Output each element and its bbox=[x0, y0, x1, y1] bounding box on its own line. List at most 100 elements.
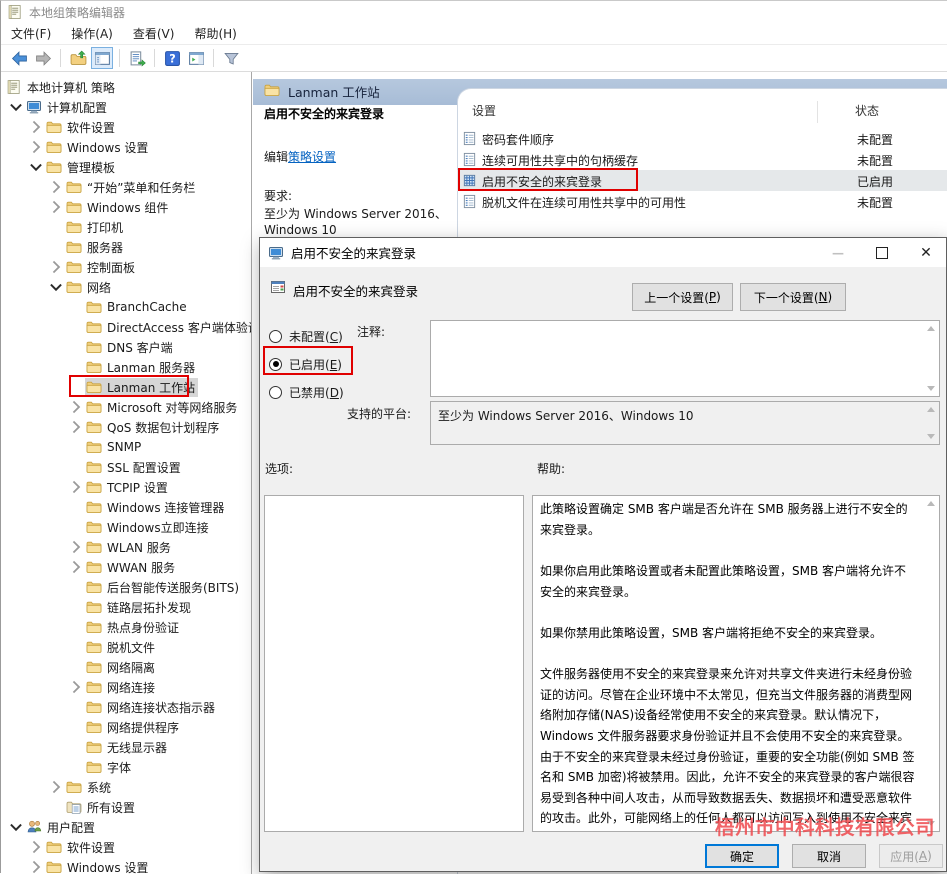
tree-item[interactable]: 网络连接 bbox=[1, 677, 252, 697]
tree-expand-arrow[interactable] bbox=[27, 141, 45, 153]
tree-item[interactable]: Windows 连接管理器 bbox=[1, 497, 252, 517]
annotation-box-radio bbox=[263, 346, 353, 375]
tree-item[interactable]: 网络隔离 bbox=[1, 657, 252, 677]
settings-row[interactable]: 密码套件顺序未配置 bbox=[457, 128, 947, 149]
tree-expand-arrow[interactable] bbox=[7, 821, 25, 833]
tree-item[interactable]: Windows 组件 bbox=[1, 197, 252, 217]
tree-item[interactable]: 无线显示器 bbox=[1, 737, 252, 757]
tree-item[interactable]: 打印机 bbox=[1, 217, 252, 237]
tree-item[interactable]: 服务器 bbox=[1, 237, 252, 257]
tree-item[interactable]: DirectAccess 客户端体验设置 bbox=[1, 317, 252, 337]
tree-item-label: 后台智能传送服务(BITS) bbox=[107, 579, 239, 596]
previous-setting-button[interactable]: 上一个设置(P) bbox=[632, 283, 733, 311]
back-icon[interactable] bbox=[8, 47, 30, 69]
tree-item[interactable]: 网络提供程序 bbox=[1, 717, 252, 737]
tree-expand-arrow[interactable] bbox=[47, 261, 65, 273]
tree-item[interactable]: WWAN 服务 bbox=[1, 557, 252, 577]
tree-item[interactable]: 后台智能传送服务(BITS) bbox=[1, 577, 252, 597]
radio-option[interactable]: 未配置(C) bbox=[269, 326, 343, 346]
settings-row[interactable]: 连续可用性共享中的句柄缓存未配置 bbox=[457, 149, 947, 170]
tree-expand-arrow[interactable] bbox=[47, 781, 65, 793]
tree-item[interactable]: SNMP bbox=[1, 437, 252, 457]
scroll-down-icon[interactable] bbox=[927, 386, 935, 391]
apply-button: 应用(A) bbox=[879, 844, 943, 868]
close-button[interactable]: ✕ bbox=[904, 238, 947, 267]
up-one-level-icon[interactable] bbox=[67, 47, 89, 69]
tree-item[interactable]: WLAN 服务 bbox=[1, 537, 252, 557]
menu-file[interactable]: 文件(F) bbox=[1, 23, 61, 44]
column-header-status[interactable]: 状态 bbox=[855, 102, 879, 119]
tree-item[interactable]: 控制面板 bbox=[1, 257, 252, 277]
column-header-setting[interactable]: 设置 bbox=[472, 102, 496, 119]
tree-expand-arrow[interactable] bbox=[27, 861, 45, 873]
tree-item[interactable]: Microsoft 对等网络服务 bbox=[1, 397, 252, 417]
scroll-up-icon[interactable] bbox=[927, 501, 935, 506]
comment-textarea[interactable] bbox=[430, 320, 940, 397]
settings-row[interactable]: 脱机文件在连续可用性共享中的可用性未配置 bbox=[457, 191, 947, 212]
radio-button-icon[interactable] bbox=[269, 386, 282, 399]
help-icon[interactable]: ? bbox=[161, 47, 183, 69]
edit-policy-link[interactable]: 策略设置 bbox=[288, 150, 336, 164]
tree-item[interactable]: Windows立即连接 bbox=[1, 517, 252, 537]
tree-item[interactable]: QoS 数据包计划程序 bbox=[1, 417, 252, 437]
tree-item[interactable]: 管理模板 bbox=[1, 157, 252, 177]
tree-item[interactable]: “开始”菜单和任务栏 bbox=[1, 177, 252, 197]
menu-view[interactable]: 查看(V) bbox=[123, 23, 185, 44]
filter-icon[interactable] bbox=[220, 47, 242, 69]
tree-item[interactable]: 本地计算机 策略 bbox=[1, 77, 252, 97]
tree-expand-arrow[interactable] bbox=[27, 841, 45, 853]
menu-help[interactable]: 帮助(H) bbox=[184, 23, 246, 44]
cancel-button[interactable]: 取消 bbox=[792, 844, 866, 868]
tree-expand-arrow[interactable] bbox=[27, 161, 45, 173]
tree-expand-arrow[interactable] bbox=[67, 401, 85, 413]
tree-item[interactable]: 用户配置 bbox=[1, 817, 252, 837]
scroll-up-icon[interactable] bbox=[927, 326, 935, 331]
tree-item[interactable]: 软件设置 bbox=[1, 837, 252, 857]
tree-item[interactable]: SSL 配置设置 bbox=[1, 457, 252, 477]
export-list-icon[interactable] bbox=[126, 47, 148, 69]
tree-expand-arrow[interactable] bbox=[47, 181, 65, 193]
tree-item[interactable]: 网络连接状态指示器 bbox=[1, 697, 252, 717]
scroll-up-icon[interactable] bbox=[927, 407, 935, 412]
action-pane-icon[interactable] bbox=[185, 47, 207, 69]
tree-item[interactable]: 热点身份验证 bbox=[1, 617, 252, 637]
menu-action[interactable]: 操作(A) bbox=[61, 23, 123, 44]
console-tree[interactable]: 本地计算机 策略计算机配置软件设置Windows 设置管理模板“开始”菜单和任务… bbox=[1, 72, 252, 874]
ok-button[interactable]: 确定 bbox=[705, 844, 779, 868]
tree-expand-arrow[interactable] bbox=[67, 421, 85, 433]
tree-item[interactable]: 脱机文件 bbox=[1, 637, 252, 657]
console-tree-icon[interactable] bbox=[91, 47, 113, 69]
tree-item[interactable]: DNS 客户端 bbox=[1, 337, 252, 357]
tree-item[interactable]: Lanman 服务器 bbox=[1, 357, 252, 377]
tree-item[interactable]: 字体 bbox=[1, 757, 252, 777]
window-titlebar[interactable]: 本地组策略编辑器 bbox=[1, 1, 947, 23]
tree-item[interactable]: 链路层拓扑发现 bbox=[1, 597, 252, 617]
tree-expand-arrow[interactable] bbox=[67, 481, 85, 493]
tree-expand-arrow[interactable] bbox=[47, 201, 65, 213]
tree-item[interactable]: Windows 设置 bbox=[1, 137, 252, 157]
radio-option[interactable]: 已禁用(D) bbox=[269, 382, 344, 402]
tree-item[interactable]: 所有设置 bbox=[1, 797, 252, 817]
tree-item[interactable]: Windows 设置 bbox=[1, 857, 252, 874]
forward-icon[interactable] bbox=[32, 47, 54, 69]
tree-expand-arrow[interactable] bbox=[47, 281, 65, 293]
tree-expand-arrow[interactable] bbox=[27, 121, 45, 133]
tree-expand-arrow[interactable] bbox=[7, 101, 25, 113]
tree-item[interactable]: 网络 bbox=[1, 277, 252, 297]
radio-button-icon[interactable] bbox=[269, 330, 282, 343]
column-separator[interactable] bbox=[817, 101, 818, 123]
tree-expand-arrow[interactable] bbox=[67, 681, 85, 693]
gpedit-app-icon bbox=[7, 4, 23, 20]
tree-item[interactable]: 计算机配置 bbox=[1, 97, 252, 117]
tree-item[interactable]: TCPIP 设置 bbox=[1, 477, 252, 497]
help-box[interactable]: 此策略设置确定 SMB 客户端是否允许在 SMB 服务器上进行不安全的来宾登录。… bbox=[532, 495, 940, 832]
tree-expand-arrow[interactable] bbox=[67, 541, 85, 553]
next-setting-button[interactable]: 下一个设置(N) bbox=[740, 283, 846, 311]
tree-item[interactable]: BranchCache bbox=[1, 297, 252, 317]
maximize-button[interactable] bbox=[860, 238, 904, 267]
tree-item[interactable]: 软件设置 bbox=[1, 117, 252, 137]
tree-expand-arrow[interactable] bbox=[67, 561, 85, 573]
selected-policy-title: 启用不安全的来宾登录 bbox=[264, 105, 384, 122]
scroll-down-icon[interactable] bbox=[927, 434, 935, 439]
tree-item[interactable]: 系统 bbox=[1, 777, 252, 797]
